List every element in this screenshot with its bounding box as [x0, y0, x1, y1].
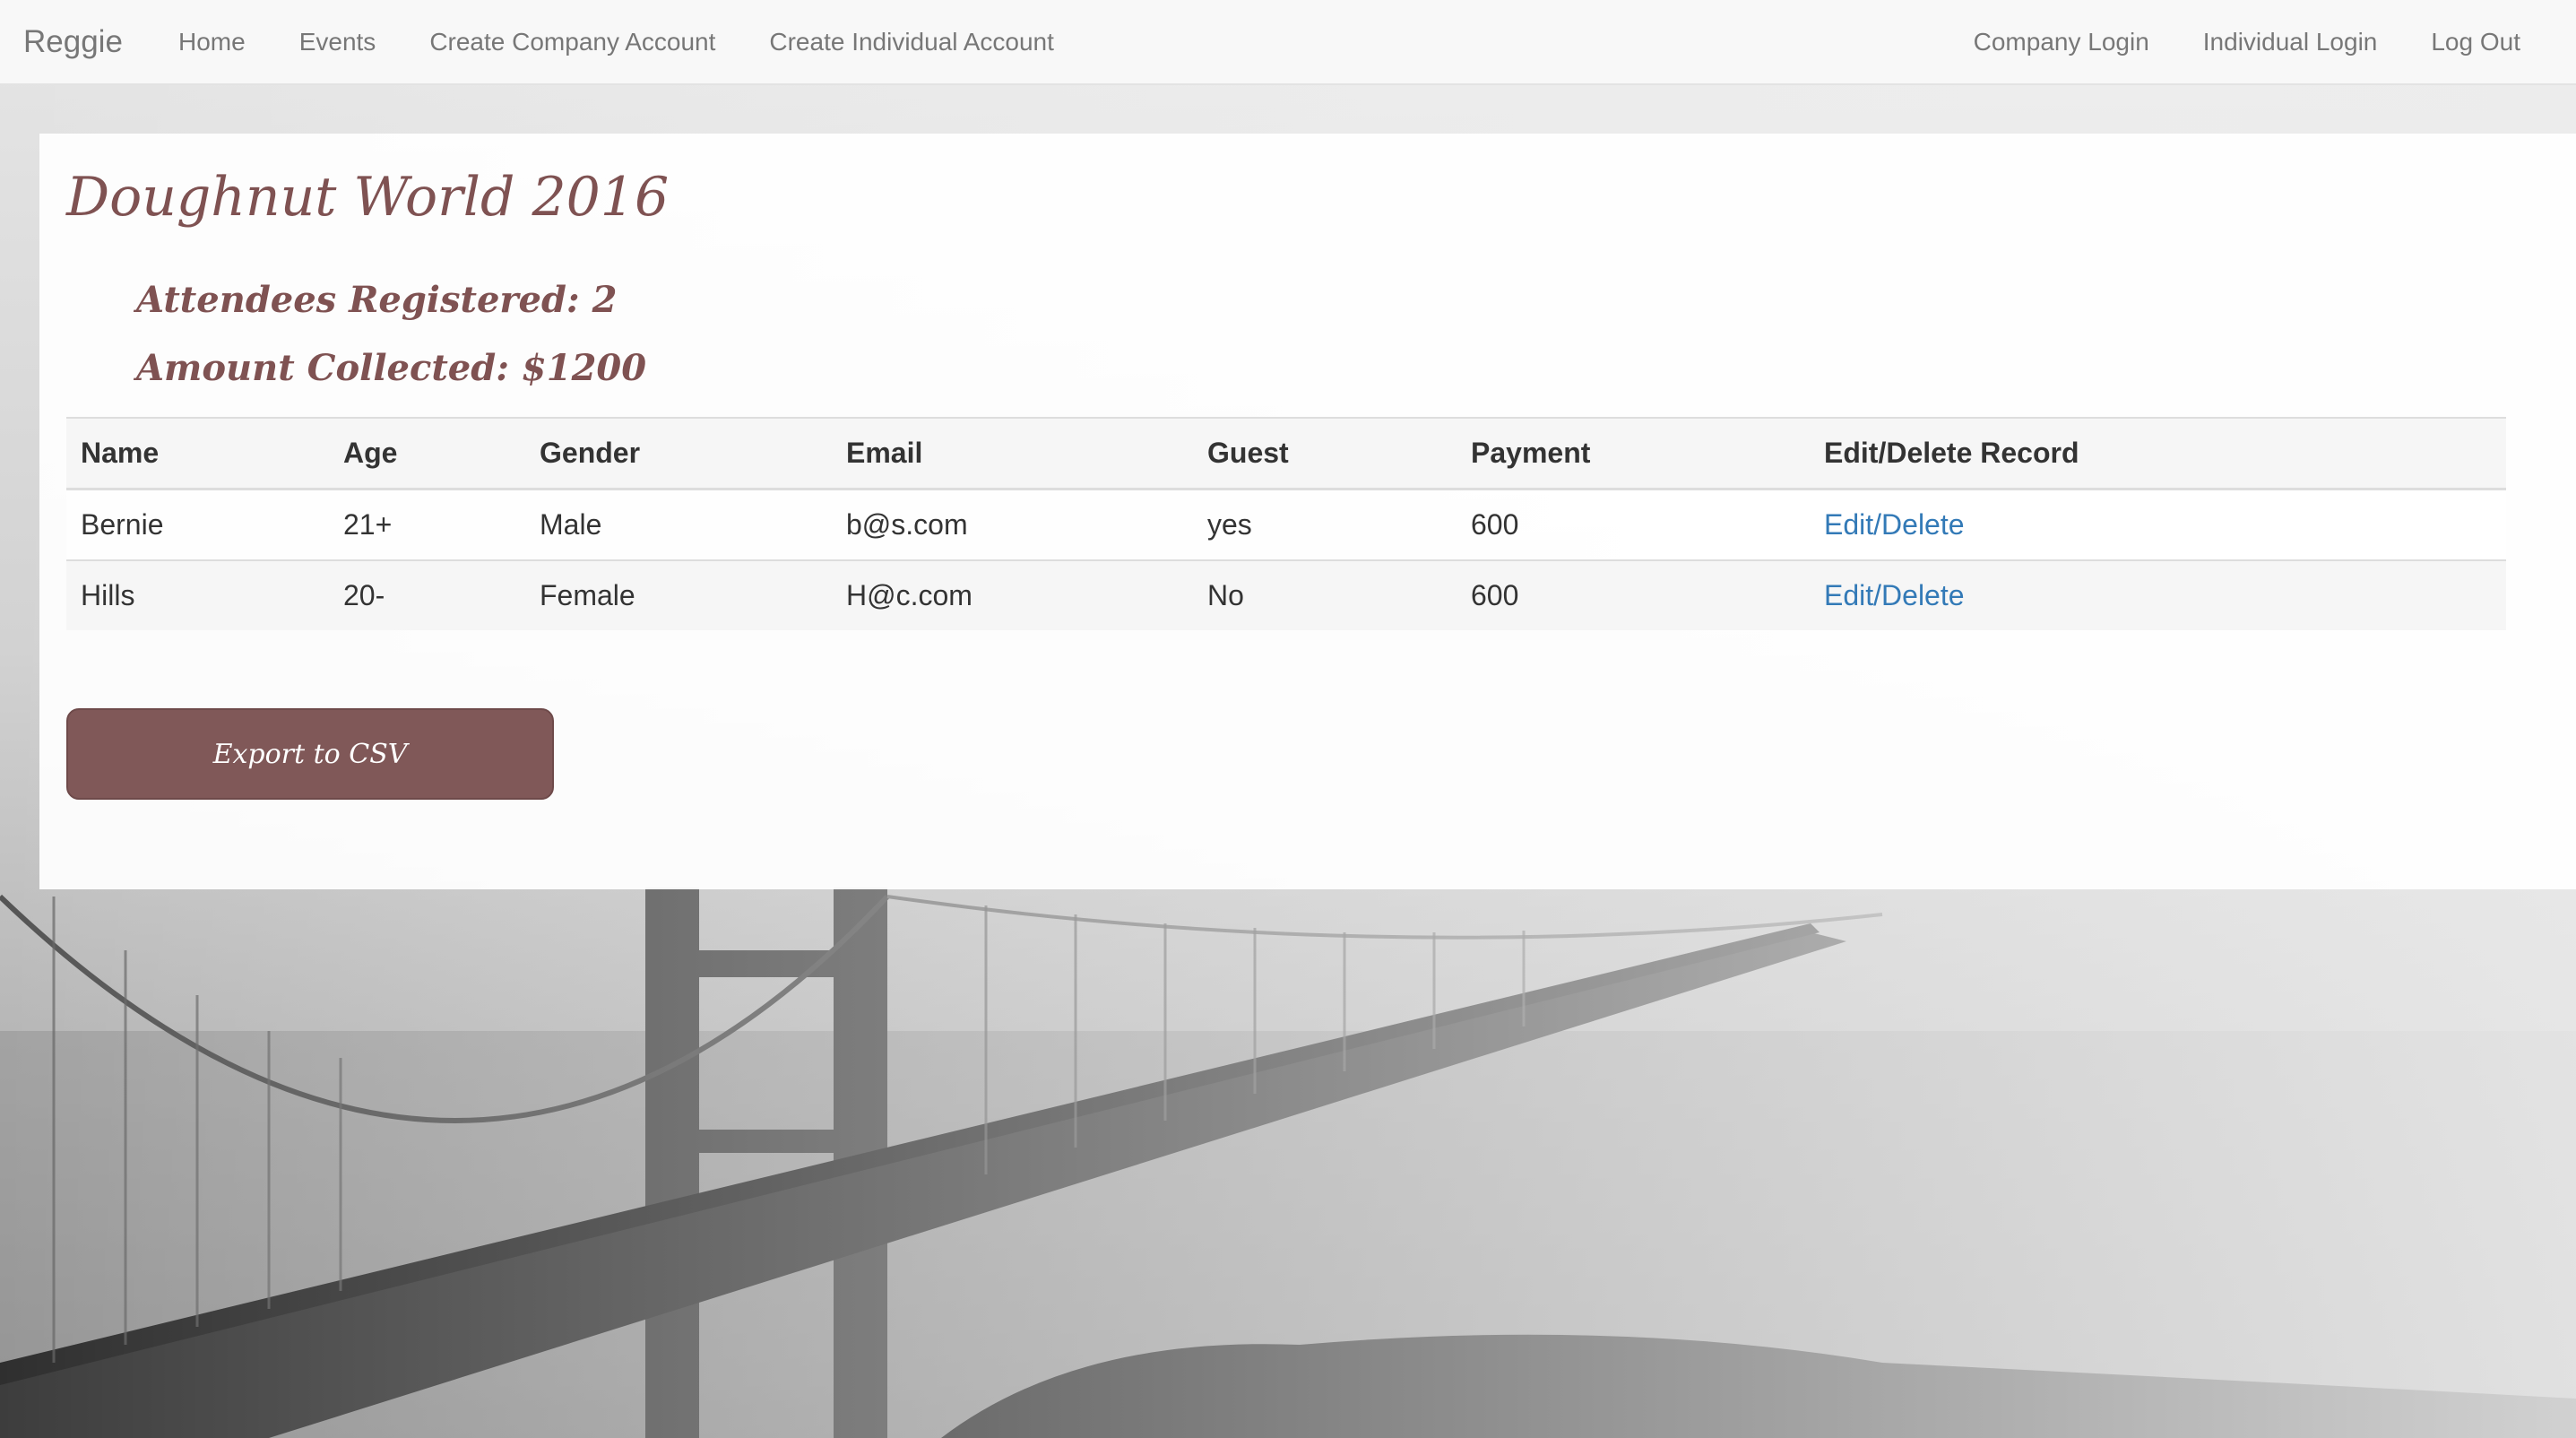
cell-name: Hills: [81, 579, 135, 611]
header-edit-delete: Edit/Delete Record: [1824, 437, 2079, 469]
cell-age: 21+: [343, 508, 393, 541]
header-email: Email: [846, 437, 923, 469]
nav-link-individual-login[interactable]: Individual Login: [2203, 28, 2378, 56]
table-row: Hills 20- Female H@c.com No 600 Edit/Del…: [66, 560, 2506, 630]
cell-name: Bernie: [81, 508, 164, 541]
nav-link-events[interactable]: Events: [299, 28, 376, 56]
cell-gender: Female: [540, 579, 635, 611]
cell-email: H@c.com: [846, 579, 972, 611]
nav-link-company-login[interactable]: Company Login: [1974, 28, 2149, 56]
cell-payment: 600: [1471, 508, 1519, 541]
header-name: Name: [81, 437, 160, 469]
brand-logo[interactable]: Reggie: [23, 0, 123, 83]
event-title: Doughnut World 2016: [66, 166, 670, 229]
cell-age: 20-: [343, 579, 385, 611]
header-payment: Payment: [1471, 437, 1591, 469]
event-summary-card: Doughnut World 2016 Attendees Registered…: [39, 134, 2576, 889]
nav-right-group: Company Login Individual Login Log Out: [1974, 0, 2520, 83]
top-navbar: Reggie Home Events Create Company Accoun…: [0, 0, 2576, 85]
nav-link-log-out[interactable]: Log Out: [2431, 28, 2520, 56]
cell-email: b@s.com: [846, 508, 968, 541]
cell-gender: Male: [540, 508, 602, 541]
cell-guest: yes: [1207, 508, 1252, 541]
header-gender: Gender: [540, 437, 641, 469]
nav-link-home[interactable]: Home: [178, 28, 246, 56]
nav-link-create-company-account[interactable]: Create Company Account: [429, 28, 715, 56]
nav-left-group: Home Events Create Company Account Creat…: [178, 0, 1108, 83]
attendees-registered: Attendees Registered: 2: [136, 279, 618, 321]
header-guest: Guest: [1207, 437, 1289, 469]
table-header-row: Name Age Gender Email Guest Payment Edit…: [66, 418, 2506, 489]
cell-action: Edit/Delete: [1810, 489, 2506, 561]
cell-action: Edit/Delete: [1810, 560, 2506, 630]
edit-delete-link[interactable]: Edit/Delete: [1824, 579, 1965, 611]
header-age: Age: [343, 437, 398, 469]
amount-collected: Amount Collected: $1200: [136, 347, 647, 389]
table-row: Bernie 21+ Male b@s.com yes 600 Edit/Del…: [66, 489, 2506, 561]
attendee-table: Name Age Gender Email Guest Payment Edit…: [66, 417, 2506, 630]
nav-link-create-individual-account[interactable]: Create Individual Account: [769, 28, 1054, 56]
export-csv-button[interactable]: Export to CSV: [66, 708, 554, 800]
cell-guest: No: [1207, 579, 1244, 611]
cell-payment: 600: [1471, 579, 1519, 611]
edit-delete-link[interactable]: Edit/Delete: [1824, 508, 1965, 541]
